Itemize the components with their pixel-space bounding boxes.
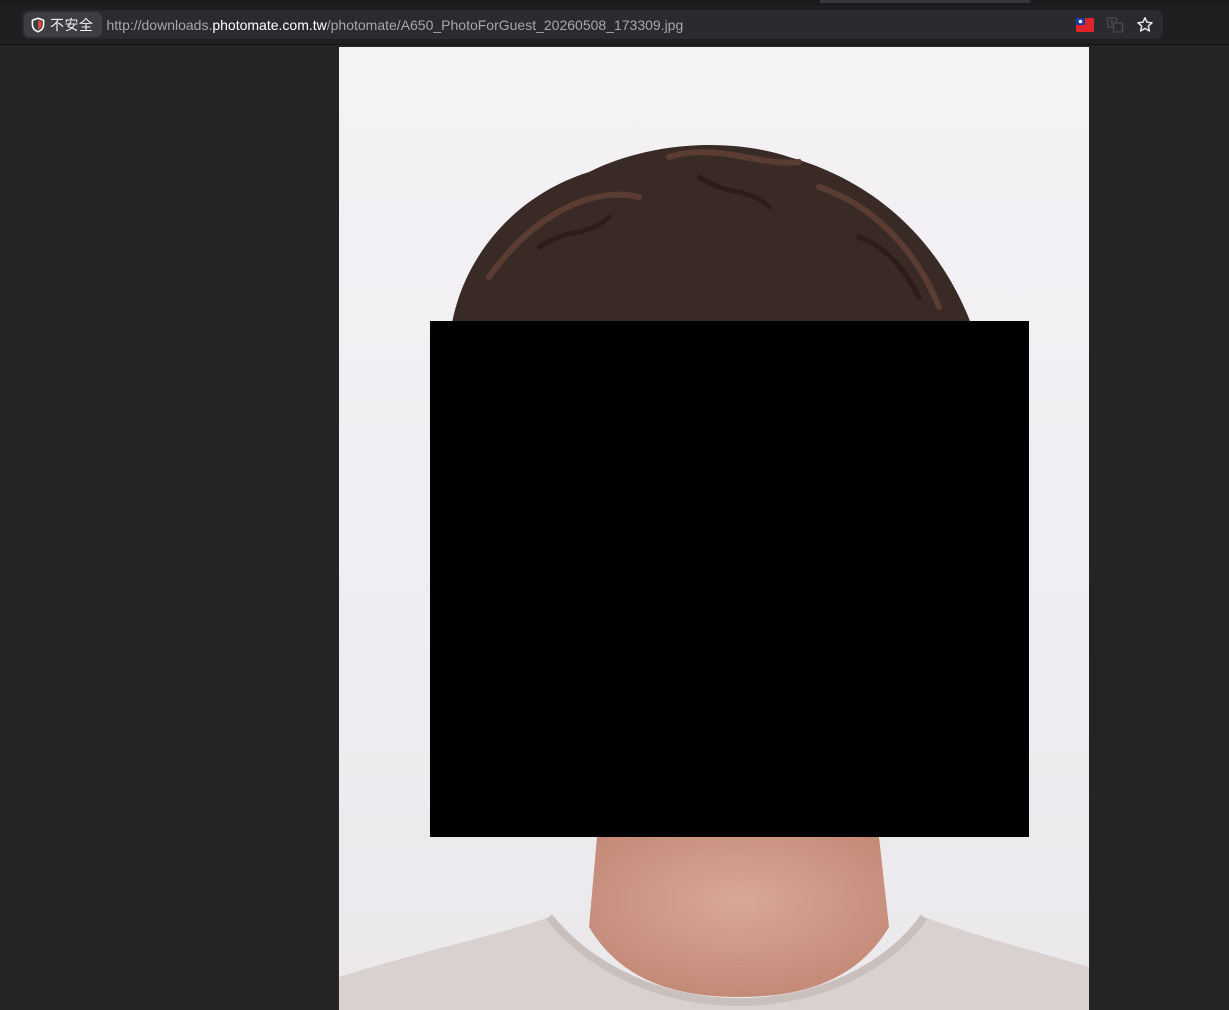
security-label: 不安全 — [50, 16, 94, 33]
displayed-photo[interactable] — [339, 47, 1089, 1010]
address-bar-actions — [1075, 15, 1155, 35]
browser-toolbar: 不安全 http://downloads.photomate.com.tw/ph… — [0, 6, 1229, 45]
url-text[interactable]: http://downloads.photomate.com.tw/photom… — [107, 17, 1076, 33]
image-viewer — [0, 45, 1229, 1010]
security-indicator[interactable]: 不安全 — [24, 12, 102, 37]
redaction-box — [430, 321, 1029, 837]
neck-shape — [589, 837, 889, 997]
translate-icon[interactable] — [1105, 15, 1125, 35]
shield-warning-icon — [30, 16, 46, 33]
bookmark-star-icon[interactable] — [1135, 15, 1155, 35]
address-bar[interactable]: 不安全 http://downloads.photomate.com.tw/ph… — [22, 10, 1163, 39]
url-path: /photomate/A650_PhotoForGuest_20260508_1… — [326, 16, 684, 33]
tab-edge — [820, 0, 1030, 3]
url-host: photomate.com.tw — [212, 16, 327, 33]
taiwan-flag-icon[interactable] — [1075, 15, 1095, 35]
url-prefix: http://downloads. — [106, 16, 213, 33]
